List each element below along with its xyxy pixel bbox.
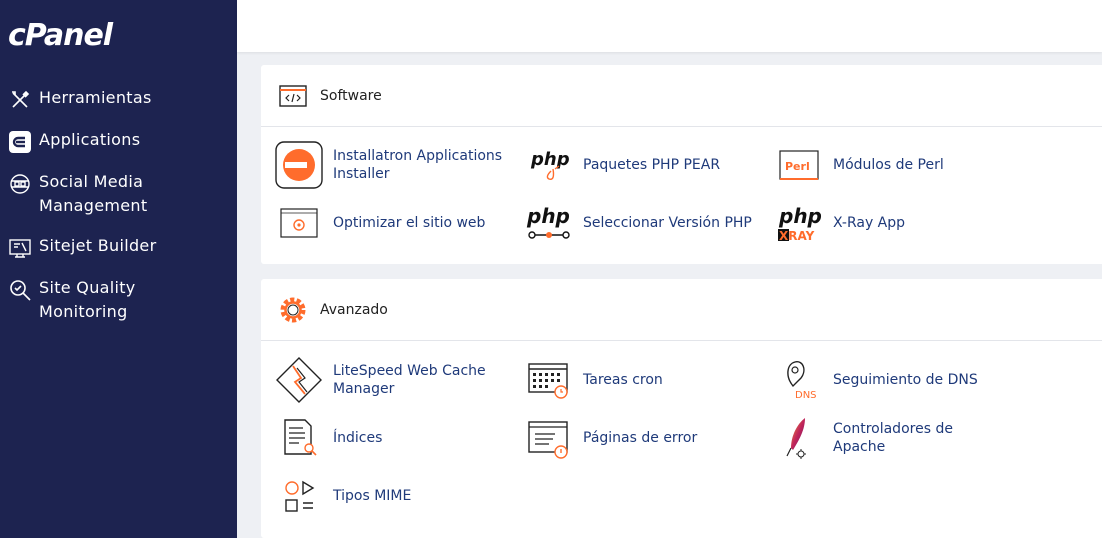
cron-jobs-link[interactable]: Tareas cron: [525, 356, 758, 404]
indexes-icon: [275, 414, 323, 462]
sidebar-item-label: Social Media Management: [39, 172, 148, 215]
site-quality-icon: [8, 278, 32, 302]
dns-tracking-icon: DNS: [775, 356, 823, 404]
php-pear-link[interactable]: php Paquetes PHP PEAR: [525, 141, 758, 189]
tools-icon: [8, 88, 32, 112]
item-label: Paquetes PHP PEAR: [583, 157, 721, 173]
litespeed-link[interactable]: LiteSpeed Web Cache Manager: [275, 356, 508, 404]
optimize-website-link[interactable]: Optimizar el sitio web: [275, 199, 508, 247]
item-label: Seleccionar Versión PHP: [583, 215, 752, 231]
php-text: php: [526, 204, 570, 228]
xray-icon: php XRAY: [775, 199, 823, 247]
apache-handlers-icon: [775, 414, 823, 462]
sidebar-item-label: Herramientas: [39, 88, 152, 107]
installatron-icon: [275, 141, 323, 189]
sidebar: cPanel Herramientas Applications Social …: [0, 0, 237, 538]
sidebar-item-label: Site Quality Monitoring: [39, 278, 136, 321]
advanced-panel: Avanzado LiteSpeed Web Cache Manager Tar…: [261, 279, 1102, 538]
php-pear-icon: php: [525, 141, 573, 189]
panel-title: Avanzado: [320, 301, 388, 318]
cron-icon: [525, 356, 573, 404]
item-label: Módulos de Perl: [833, 157, 944, 173]
gear-icon: [278, 295, 308, 325]
item-label: Tareas cron: [583, 372, 663, 388]
item-label: Optimizar el sitio web: [333, 215, 486, 231]
top-bar: [237, 0, 1102, 52]
item-label: Controladores de Apache: [833, 421, 953, 455]
php-text: php: [530, 149, 570, 170]
code-window-icon: [278, 81, 308, 111]
sidebar-item-sitejet[interactable]: Sitejet Builder: [0, 234, 237, 260]
dns-text: DNS: [795, 390, 817, 401]
item-label: Seguimiento de DNS: [833, 372, 978, 388]
advanced-panel-header[interactable]: Avanzado: [261, 279, 1102, 341]
software-panel: Software Installatron Applications Insta…: [261, 65, 1102, 264]
sidebar-item-social-media[interactable]: Social Media Management: [0, 170, 237, 218]
sidebar-nav: Herramientas Applications Social Media M…: [0, 86, 237, 340]
error-pages-link[interactable]: Páginas de error: [525, 414, 758, 462]
sidebar-item-site-quality[interactable]: Site Quality Monitoring: [0, 276, 237, 324]
perl-icon: Perl: [775, 141, 823, 189]
php-version-icon: php: [525, 199, 573, 247]
dns-tracking-link[interactable]: DNS Seguimiento de DNS: [775, 356, 1008, 404]
item-label: Installatron Applications Installer: [333, 148, 503, 182]
item-label: LiteSpeed Web Cache Manager: [333, 363, 486, 397]
software-panel-header[interactable]: Software: [261, 65, 1102, 127]
sidebar-item-applications[interactable]: Applications: [0, 128, 237, 154]
optimize-website-icon: [275, 199, 323, 247]
php-version-link[interactable]: php Seleccionar Versión PHP: [525, 199, 758, 247]
xray-text: XRAY: [779, 229, 815, 243]
item-label: Tipos MIME: [333, 488, 412, 504]
sitejet-icon: [8, 236, 32, 260]
perl-text: Perl: [785, 160, 810, 173]
item-label: Índices: [333, 430, 383, 446]
litespeed-icon: [275, 356, 323, 404]
mime-types-icon: [275, 472, 323, 520]
panel-title: Software: [320, 87, 382, 104]
social-media-icon: [8, 172, 32, 196]
xray-app-link[interactable]: php XRAY X-Ray App: [775, 199, 1008, 247]
item-label: Páginas de error: [583, 430, 698, 446]
cpanel-logo[interactable]: cPanel: [8, 18, 113, 53]
apache-handlers-link[interactable]: Controladores de Apache: [775, 414, 1008, 462]
sidebar-item-label: Sitejet Builder: [39, 236, 157, 255]
indexes-link[interactable]: Índices: [275, 414, 508, 462]
perl-modules-link[interactable]: Perl Módulos de Perl: [775, 141, 1008, 189]
mime-types-link[interactable]: Tipos MIME: [275, 472, 508, 520]
item-label: X-Ray App: [833, 215, 906, 231]
sidebar-item-herramientas[interactable]: Herramientas: [0, 86, 237, 112]
error-pages-icon: [525, 414, 573, 462]
applications-icon: [8, 130, 32, 154]
sidebar-item-label: Applications: [39, 130, 141, 149]
installatron-link[interactable]: Installatron Applications Installer: [275, 141, 508, 189]
php-text: php: [778, 204, 822, 228]
